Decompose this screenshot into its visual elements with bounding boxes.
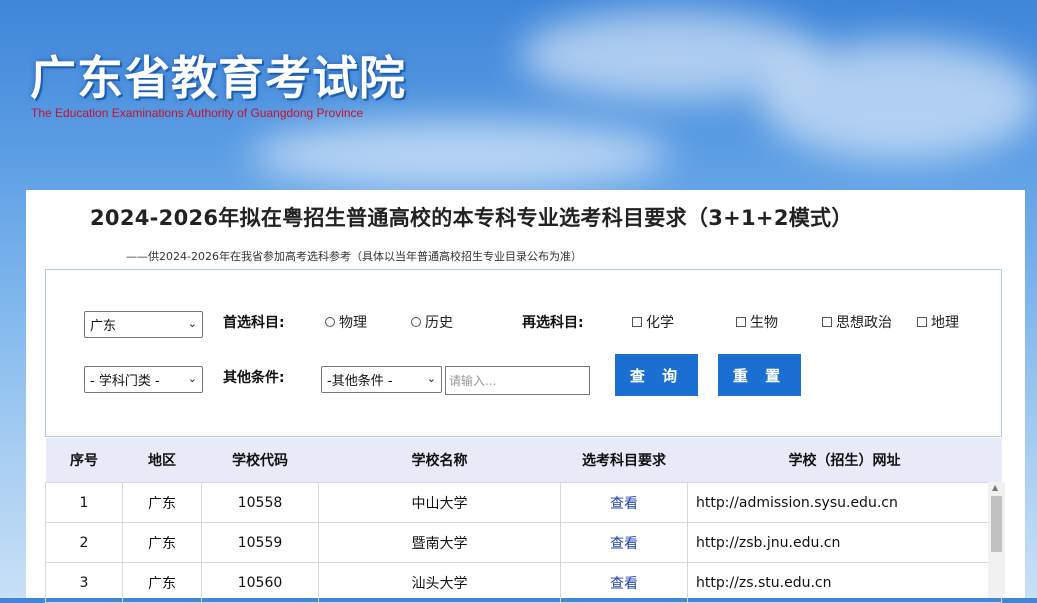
reset-button[interactable]: 重 置 xyxy=(718,354,801,396)
checkbox-label: 地理 xyxy=(931,315,959,331)
cell-school-name: 暨南大学 xyxy=(318,522,561,563)
checkbox-geography[interactable]: 地理 xyxy=(917,312,959,332)
school-table: 序号 地区 学校代码 学校名称 选考科目要求 学校（招生）网址 1 广东 105… xyxy=(45,438,1002,603)
search-input[interactable]: 请输入... xyxy=(445,366,590,395)
checkbox-politics[interactable]: 思想政治 xyxy=(822,312,892,332)
cell-region: 广东 xyxy=(122,522,202,563)
cell-website[interactable]: http://admission.sysu.edu.cn xyxy=(687,482,1002,523)
col-header-code: 学校代码 xyxy=(201,438,319,483)
table-row: 2 广东 10559 暨南大学 查看 http://zsb.jnu.edu.cn xyxy=(45,522,1002,563)
radio-icon xyxy=(411,317,421,327)
checkbox-label: 思想政治 xyxy=(836,315,892,331)
col-header-requirements: 选考科目要求 xyxy=(560,438,688,483)
radio-label: 历史 xyxy=(425,315,453,331)
checkbox-chemistry[interactable]: 化学 xyxy=(632,312,674,332)
logo-text[interactable]: 广东省教育考试院 xyxy=(30,42,406,108)
scroll-up-arrow-icon[interactable]: ▲ xyxy=(992,483,998,492)
first-subject-label: 首选科目: xyxy=(223,315,285,331)
checkbox-icon xyxy=(632,317,642,327)
checkbox-label: 生物 xyxy=(750,315,778,331)
view-requirements-link[interactable]: 查看 xyxy=(560,482,688,523)
cell-index: 2 xyxy=(45,522,123,563)
chevron-down-icon: ⌄ xyxy=(187,317,197,330)
table-row: 1 广东 10558 中山大学 查看 http://admission.sysu… xyxy=(45,482,1002,523)
page-title: 2024-2026年拟在粤招生普通高校的本专科专业选考科目要求（3+1+2模式） xyxy=(90,206,853,230)
cell-code: 10559 xyxy=(201,522,319,563)
radio-label: 物理 xyxy=(339,315,367,331)
main-panel: 2024-2026年拟在粤招生普通高校的本专科专业选考科目要求（3+1+2模式）… xyxy=(26,190,1025,603)
cell-index: 1 xyxy=(45,482,123,523)
checkbox-biology[interactable]: 生物 xyxy=(736,312,778,332)
radio-history[interactable]: 历史 xyxy=(411,312,453,332)
category-select-value: - 学科门类 - xyxy=(90,374,160,389)
other-conditions-select[interactable]: -其他条件 - ⌄ xyxy=(321,366,442,393)
chevron-down-icon: ⌄ xyxy=(187,372,197,385)
cell-website[interactable]: http://zs.stu.edu.cn xyxy=(687,562,1002,603)
cell-region: 广东 xyxy=(122,562,202,603)
cell-index: 3 xyxy=(45,562,123,603)
cell-school-name: 汕头大学 xyxy=(318,562,561,603)
other-conditions-value: -其他条件 - xyxy=(327,374,393,389)
col-header-region: 地区 xyxy=(122,438,202,483)
category-select[interactable]: - 学科门类 - ⌄ xyxy=(84,366,203,393)
chevron-down-icon: ⌄ xyxy=(426,372,436,385)
cell-website[interactable]: http://zsb.jnu.edu.cn xyxy=(687,522,1002,563)
cell-code: 10560 xyxy=(201,562,319,603)
page-subtitle: ——供2024-2026年在我省参加高考选科参考（具体以当年普通高校招生专业目录… xyxy=(126,250,582,263)
checkbox-icon xyxy=(736,317,746,327)
second-subject-label: 再选科目: xyxy=(522,315,584,331)
logo-subtitle: The Education Examinations Authority of … xyxy=(31,106,364,120)
view-requirements-link[interactable]: 查看 xyxy=(560,522,688,563)
other-conditions-label: 其他条件: xyxy=(223,370,285,386)
col-header-name: 学校名称 xyxy=(318,438,561,483)
site-header: 广东省教育考试院 The Education Examinations Auth… xyxy=(0,0,1037,190)
cell-code: 10558 xyxy=(201,482,319,523)
checkbox-icon xyxy=(917,317,927,327)
view-requirements-link[interactable]: 查看 xyxy=(560,562,688,603)
col-header-index: 序号 xyxy=(45,438,123,483)
filter-box: 广东 ⌄ 首选科目: 物理 历史 再选科目: 化学 生物 思想政治 地理 - 学… xyxy=(45,269,1002,437)
cell-region: 广东 xyxy=(122,482,202,523)
query-button[interactable]: 查 询 xyxy=(615,354,698,396)
region-select[interactable]: 广东 ⌄ xyxy=(84,311,203,338)
checkbox-icon xyxy=(822,317,832,327)
radio-physics[interactable]: 物理 xyxy=(325,312,367,332)
table-scrollbar[interactable]: ▲ xyxy=(988,482,1005,598)
region-select-value: 广东 xyxy=(90,319,117,334)
cell-school-name: 中山大学 xyxy=(318,482,561,523)
table-row: 3 广东 10560 汕头大学 查看 http://zs.stu.edu.cn xyxy=(45,562,1002,603)
scrollbar-thumb[interactable] xyxy=(991,496,1002,552)
checkbox-label: 化学 xyxy=(646,315,674,331)
table-header-row: 序号 地区 学校代码 学校名称 选考科目要求 学校（招生）网址 xyxy=(45,438,1002,483)
col-header-website: 学校（招生）网址 xyxy=(687,438,1002,483)
radio-icon xyxy=(325,317,335,327)
